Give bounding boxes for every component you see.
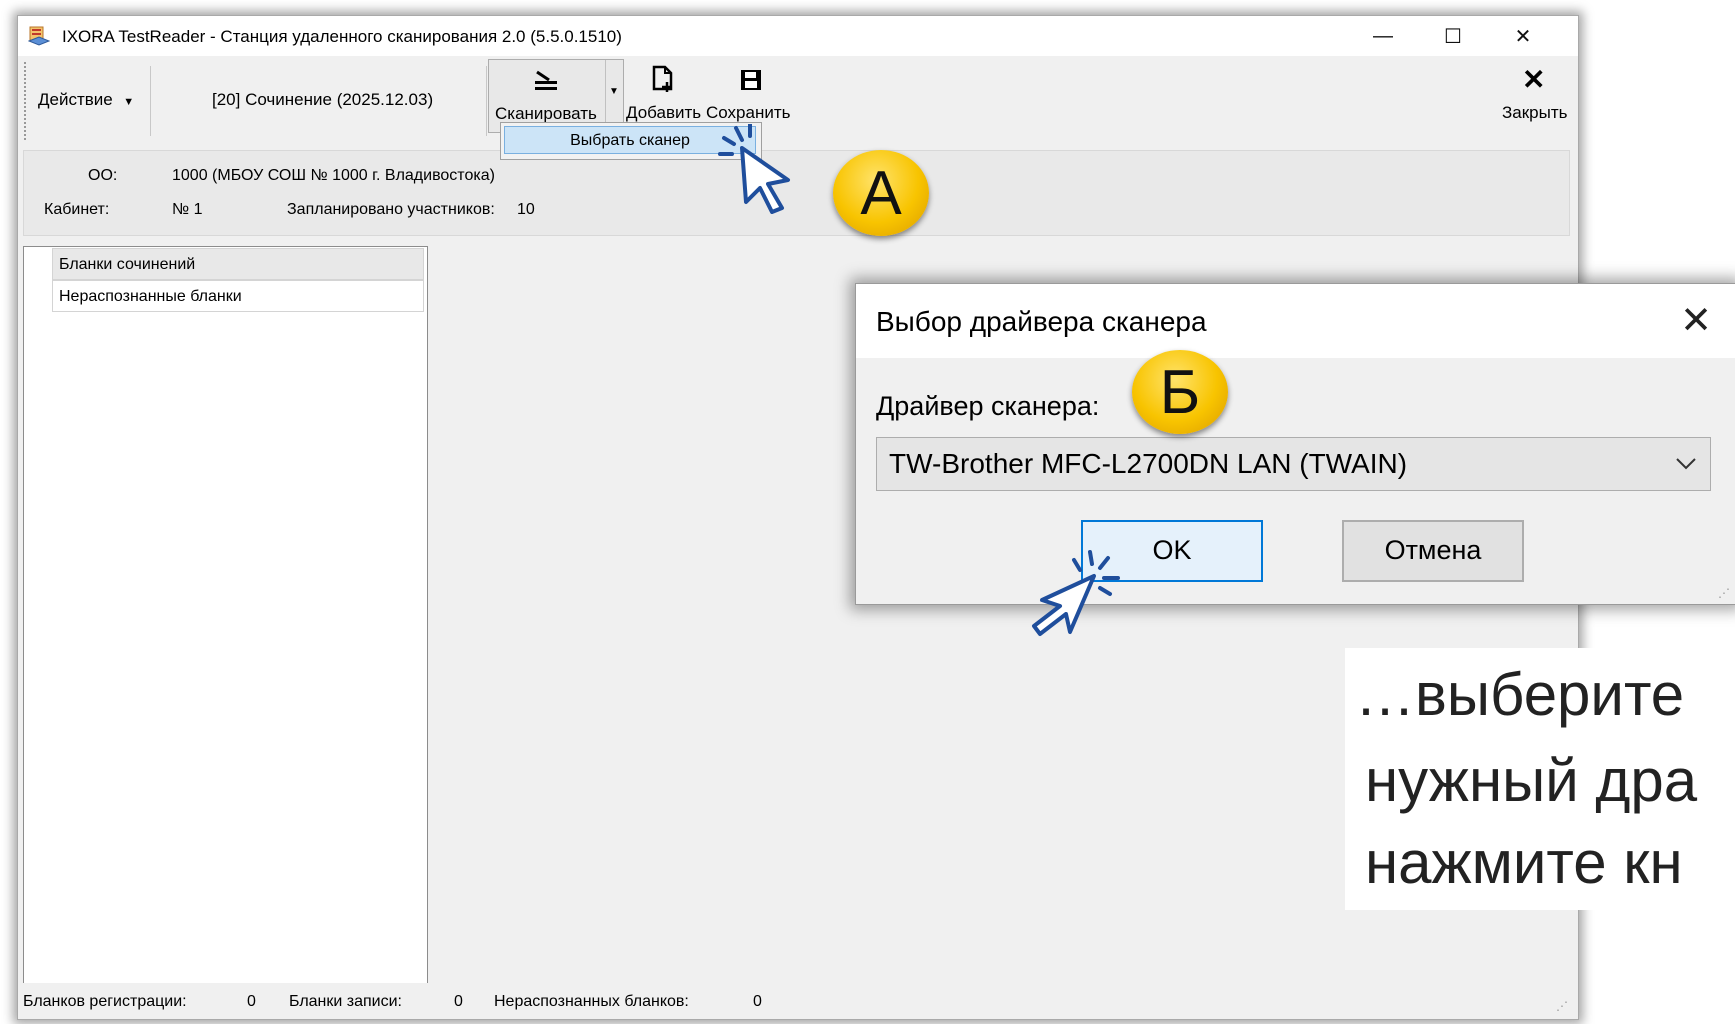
org-label: ОО:: [88, 167, 118, 184]
title-bar: IXORA TestReader - Станция удаленного ск…: [18, 16, 1578, 56]
dialog-close-button[interactable]: ✕: [1666, 296, 1726, 346]
room-value: № 1: [172, 201, 203, 218]
chevron-down-icon: ▼: [123, 96, 135, 108]
list-item[interactable]: Бланки сочинений: [52, 248, 424, 280]
unrec-label: Нераспознанных бланков:: [494, 993, 689, 1010]
unrec-value: 0: [753, 993, 762, 1010]
driver-label: Драйвер сканера:: [876, 391, 1100, 421]
org-value: 1000 (МБОУ СОШ № 1000 г. Владивостока): [172, 167, 495, 184]
instruction-line: нажмите кн: [1365, 829, 1683, 896]
session-label: [20] Сочинение (2025.12.03): [212, 90, 434, 109]
scan-label: Сканировать: [495, 104, 597, 123]
resize-grip[interactable]: ⋰: [1556, 999, 1568, 1013]
close-window-button[interactable]: ✕: [1488, 16, 1558, 56]
add-label: Добавить: [626, 103, 702, 122]
chevron-down-icon: [1676, 458, 1696, 470]
scanner-icon: [535, 70, 557, 90]
toolbar-separator: [150, 66, 151, 136]
minimize-button[interactable]: —: [1348, 16, 1418, 56]
chevron-down-icon[interactable]: ▼: [609, 86, 619, 97]
pointer-cursor-icon: [1032, 550, 1120, 636]
rec-value: 0: [454, 993, 463, 1010]
planned-value: 10: [517, 201, 535, 218]
reg-label: Бланков регистрации:: [23, 993, 187, 1010]
close-label: Закрыть: [1502, 103, 1568, 122]
reg-value: 0: [247, 993, 256, 1010]
dialog-title-bar: Выбор драйвера сканера ✕: [856, 284, 1735, 358]
save-label: Сохранить: [706, 103, 791, 122]
instruction-line: …выберите: [1355, 661, 1685, 728]
action-label: Действие: [38, 90, 113, 109]
cancel-button[interactable]: Отмена: [1342, 520, 1524, 582]
toolbar-grip: [24, 62, 28, 140]
close-icon: ✕: [1522, 64, 1546, 95]
list-item[interactable]: Нераспознанные бланки: [52, 280, 424, 312]
dialog-title: Выбор драйвера сканера: [876, 306, 1207, 337]
callout-b-badge: Б: [1132, 350, 1228, 434]
forms-list: Бланки сочинений Нераспознанные бланки: [23, 246, 428, 985]
window-title: IXORA TestReader - Станция удаленного ск…: [62, 27, 622, 46]
callout-a-badge: A: [833, 150, 929, 236]
action-menu-button[interactable]: Действие ▼: [38, 90, 134, 110]
close-button[interactable]: ✕ Закрыть: [1498, 59, 1574, 131]
save-button[interactable]: Сохранить: [702, 59, 794, 131]
select-driver-dialog: Выбор драйвера сканера ✕ Драйвер сканера…: [855, 283, 1735, 605]
rec-label: Бланки записи:: [289, 993, 402, 1010]
add-document-icon: [652, 65, 673, 92]
save-icon: [741, 70, 761, 90]
planned-label: Запланировано участников:: [287, 201, 495, 218]
app-icon: [28, 26, 50, 46]
add-button[interactable]: Добавить: [624, 59, 702, 131]
driver-select[interactable]: TW-Brother MFC-L2700DN LAN (TWAIN): [876, 437, 1711, 491]
driver-select-value: TW-Brother MFC-L2700DN LAN (TWAIN): [889, 448, 1408, 479]
resize-grip[interactable]: ⋰: [1718, 586, 1730, 600]
instruction-box: …выберите нужный дра нажмите кн: [1345, 648, 1735, 910]
toolbar-separator: [486, 66, 487, 136]
instruction-line: нужный дра: [1365, 747, 1698, 814]
pointer-cursor-icon: [718, 124, 790, 214]
room-label: Кабинет:: [44, 201, 110, 218]
maximize-button[interactable]: ☐: [1418, 16, 1488, 56]
status-bar: Бланков регистрации: 0 Бланки записи: 0 …: [18, 983, 1578, 1019]
